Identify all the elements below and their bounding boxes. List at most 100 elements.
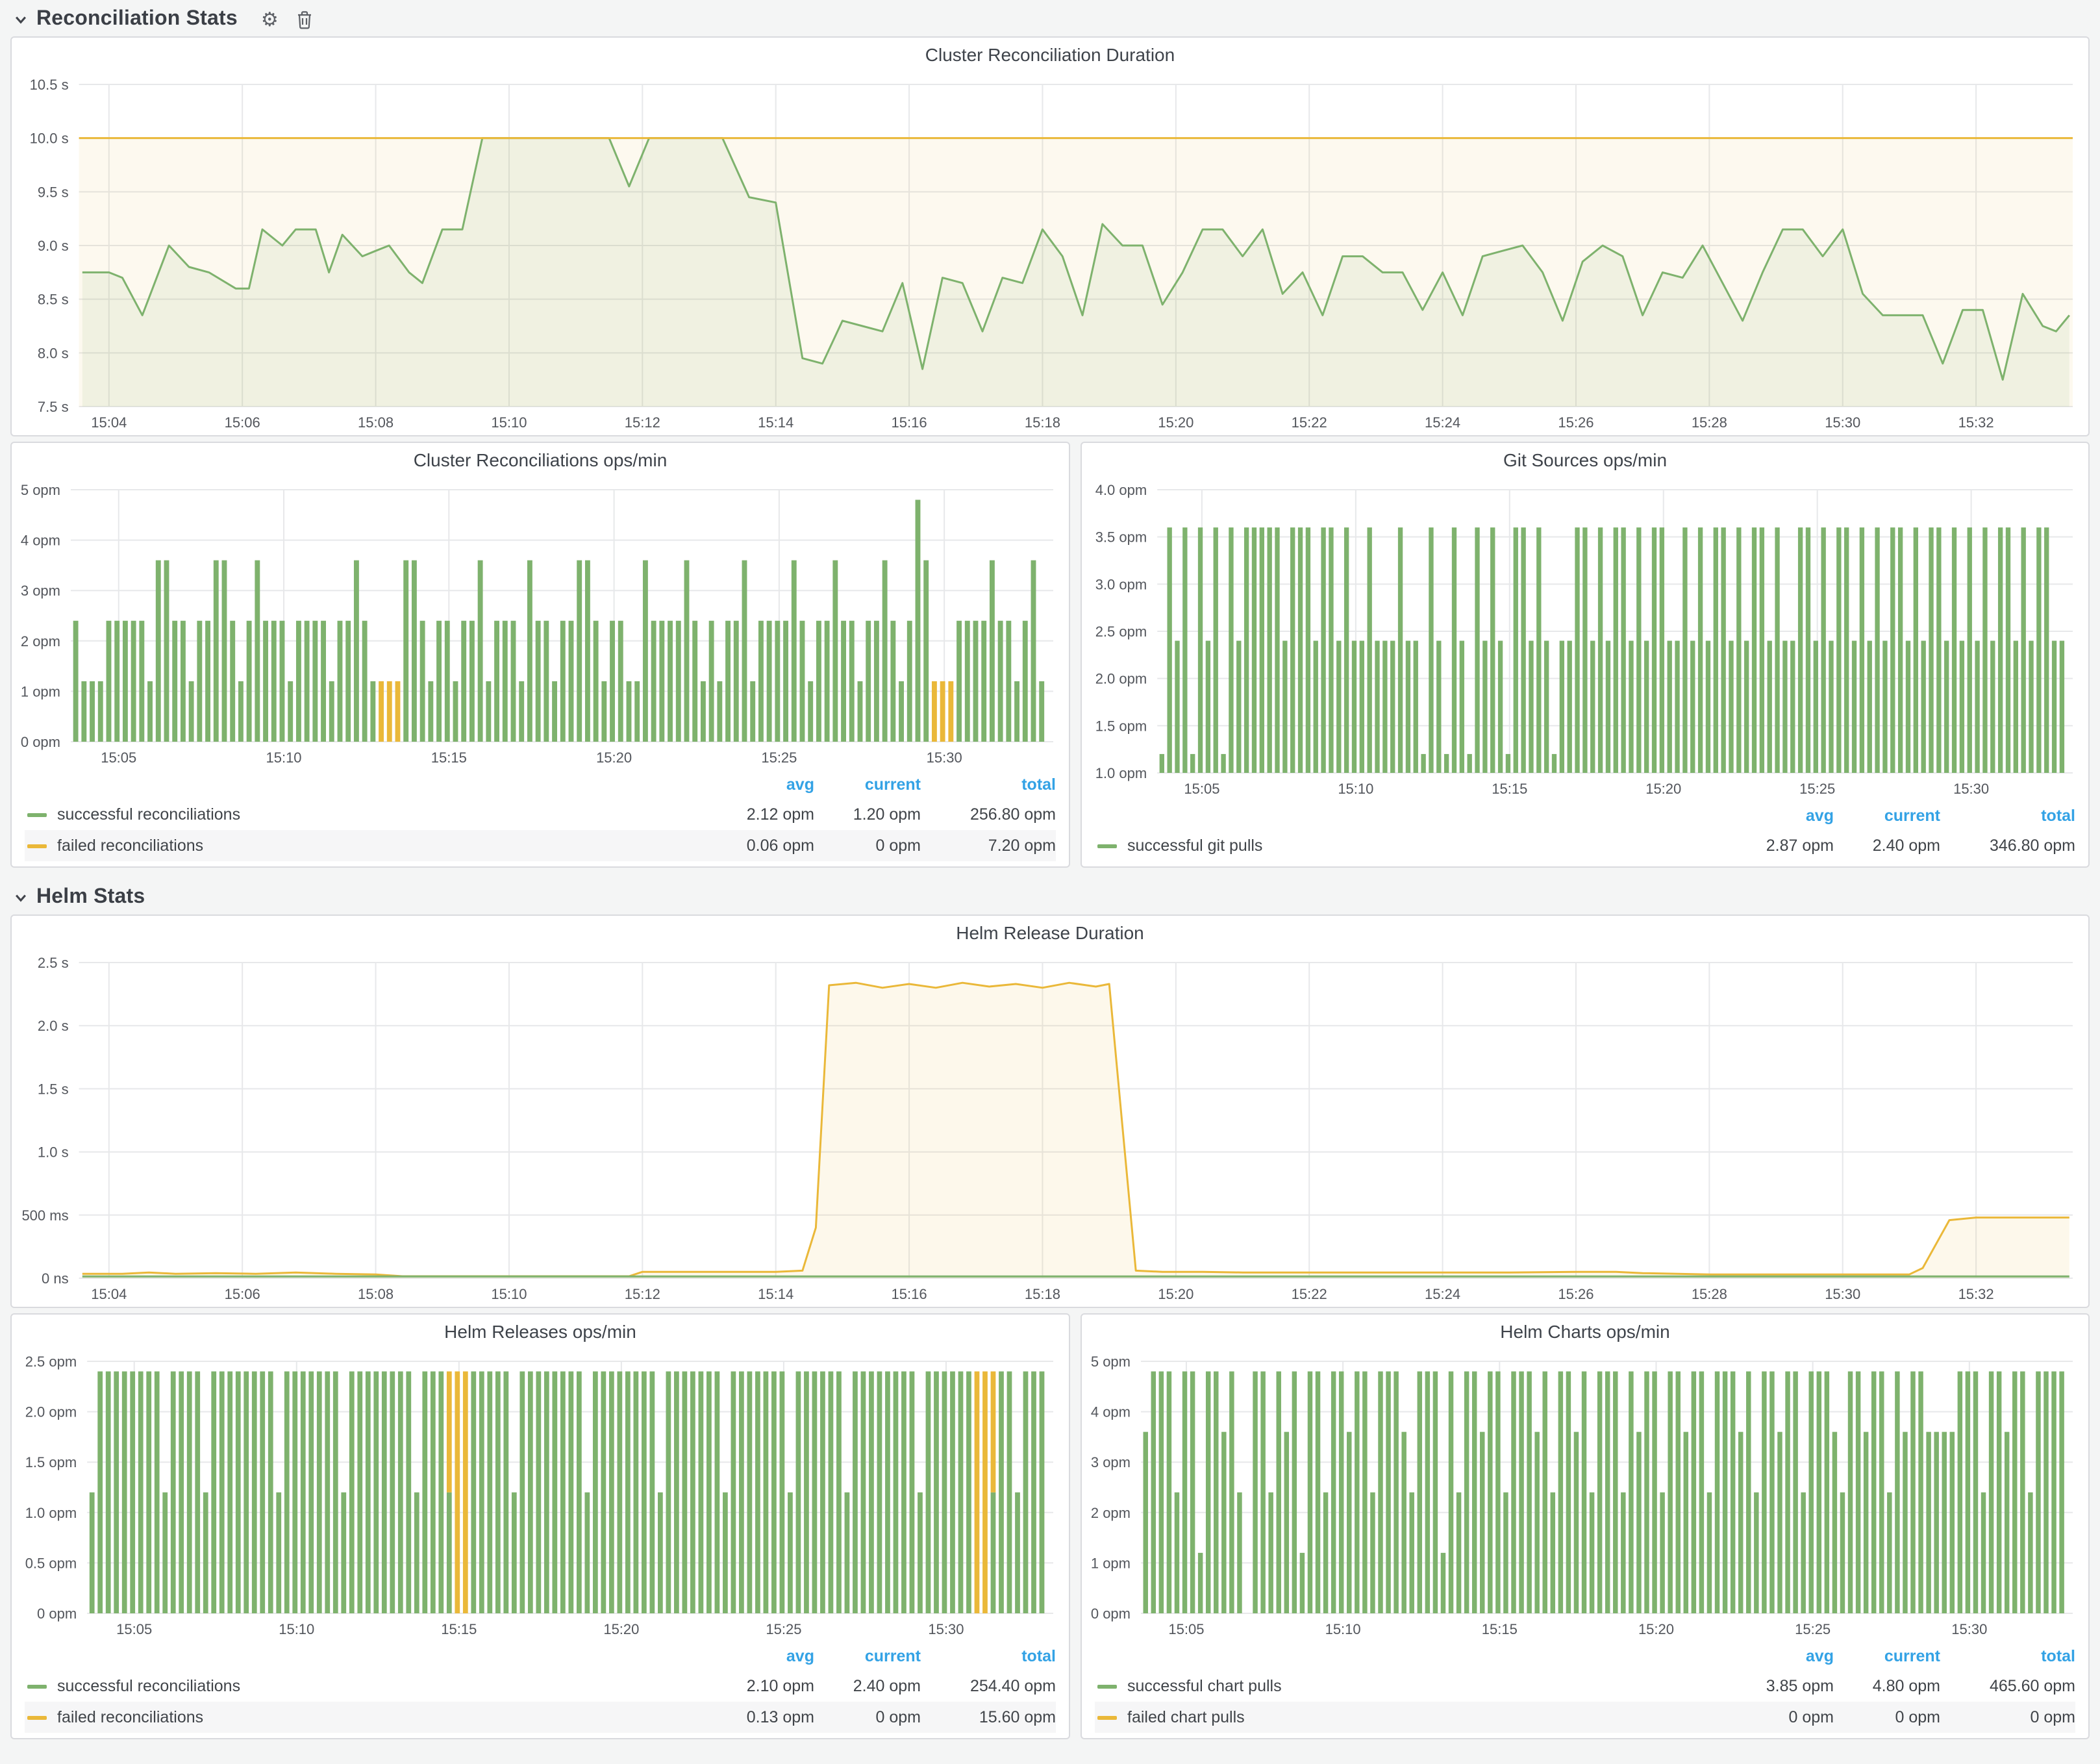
dashboard: Reconciliation Stats ⚙ Cluster Reconcili… [0, 0, 2100, 1764]
svg-text:15:14: 15:14 [758, 1286, 794, 1302]
legend-col-current[interactable]: current [814, 1647, 921, 1665]
panel-title[interactable]: Cluster Reconciliation Duration [12, 38, 2088, 71]
panel-title[interactable]: Helm Release Duration [12, 916, 2088, 950]
svg-text:2.0 opm: 2.0 opm [1095, 671, 1147, 687]
svg-text:15:20: 15:20 [1158, 414, 1194, 431]
svg-text:15:15: 15:15 [441, 1621, 477, 1637]
legend-col-total[interactable]: total [921, 1647, 1056, 1665]
helm-charts-ops-chart[interactable]: 0 opm1 opm2 opm3 opm4 opm5 opm15:0515:10… [1082, 1348, 2088, 1642]
legend-col-avg[interactable]: avg [708, 775, 814, 794]
legend-series-row: successful chart pulls 3.85 opm 4.80 opm… [1095, 1670, 2075, 1702]
series-total: 0 opm [1940, 1708, 2075, 1726]
svg-text:15:10: 15:10 [266, 750, 301, 766]
legend-header-row: avg current total [1095, 1642, 2075, 1670]
series-avg: 0 opm [1727, 1708, 1834, 1726]
svg-text:15:30: 15:30 [1951, 1621, 1987, 1637]
panel-cluster-reconciliation-duration: Cluster Reconciliation Duration 7.5 s8.0… [10, 36, 2090, 436]
legend-col-current[interactable]: current [1834, 1647, 1940, 1665]
svg-text:15:18: 15:18 [1025, 1286, 1060, 1302]
svg-text:15:18: 15:18 [1025, 414, 1060, 431]
svg-text:8.0 s: 8.0 s [38, 345, 69, 361]
svg-text:3.0 opm: 3.0 opm [1095, 576, 1147, 592]
legend-series-row: failed reconciliations 0.06 opm 0 opm 7.… [25, 830, 1056, 861]
svg-text:15:04: 15:04 [91, 1286, 127, 1302]
series-label[interactable]: failed chart pulls [1127, 1708, 1727, 1726]
svg-text:3.5 opm: 3.5 opm [1095, 529, 1147, 546]
svg-text:15:10: 15:10 [491, 1286, 527, 1302]
series-total: 254.40 opm [921, 1677, 1056, 1695]
git-sources-ops-chart[interactable]: 1.0 opm1.5 opm2.0 opm2.5 opm3.0 opm3.5 o… [1082, 477, 2088, 801]
series-total: 7.20 opm [921, 837, 1056, 855]
panel-title[interactable]: Helm Charts ops/min [1082, 1315, 2088, 1348]
chevron-down-icon [13, 12, 29, 27]
legend-col-avg[interactable]: avg [708, 1647, 814, 1665]
legend-col-current[interactable]: current [814, 775, 921, 794]
panel-title[interactable]: Cluster Reconciliations ops/min [12, 443, 1069, 477]
series-total: 465.60 opm [1940, 1677, 2075, 1695]
trash-icon[interactable] [297, 10, 314, 29]
section-header-reconciliation-stats[interactable]: Reconciliation Stats ⚙ [0, 0, 2100, 36]
svg-text:1.0 opm: 1.0 opm [25, 1505, 77, 1521]
helm-release-duration-chart[interactable]: 0 ns500 ms1.0 s1.5 s2.0 s2.5 s15:0415:06… [12, 950, 2088, 1309]
svg-text:15:30: 15:30 [928, 1621, 964, 1637]
series-label[interactable]: failed reconciliations [57, 1708, 708, 1726]
legend-series-row: failed chart pulls 0 opm 0 opm 0 opm [1095, 1702, 2075, 1733]
series-avg: 0.13 opm [708, 1708, 814, 1726]
series-current: 0 opm [814, 837, 921, 855]
svg-text:15:20: 15:20 [596, 750, 632, 766]
svg-text:15:10: 15:10 [1325, 1621, 1361, 1637]
series-color-dash [27, 1715, 47, 1719]
helm-releases-ops-chart[interactable]: 0 opm0.5 opm1.0 opm1.5 opm2.0 opm2.5 opm… [12, 1348, 1069, 1642]
panel-title[interactable]: Git Sources ops/min [1082, 443, 2088, 477]
svg-text:4.0 opm: 4.0 opm [1095, 482, 1147, 498]
legend-col-total[interactable]: total [1940, 807, 2075, 825]
series-label[interactable]: successful reconciliations [57, 1677, 708, 1695]
gear-icon[interactable]: ⚙ [261, 10, 279, 29]
svg-text:15:20: 15:20 [1158, 1286, 1194, 1302]
series-current: 1.20 opm [814, 805, 921, 824]
legend-col-avg[interactable]: avg [1727, 1647, 1834, 1665]
series-label[interactable]: successful git pulls [1127, 837, 1727, 855]
svg-text:15:15: 15:15 [1492, 781, 1527, 797]
svg-text:2 opm: 2 opm [1091, 1505, 1131, 1521]
chevron-down-icon [13, 890, 29, 905]
legend-header-row: avg current total [25, 770, 1056, 799]
panel-cluster-reconciliations-ops: Cluster Reconciliations ops/min 0 opm1 o… [10, 442, 1070, 868]
svg-text:15:15: 15:15 [1482, 1621, 1518, 1637]
series-label[interactable]: successful reconciliations [57, 805, 708, 824]
svg-text:15:05: 15:05 [116, 1621, 152, 1637]
section-header-helm-stats[interactable]: Helm Stats [0, 878, 2100, 914]
panel-title[interactable]: Helm Releases ops/min [12, 1315, 1069, 1348]
series-avg: 3.85 opm [1727, 1677, 1834, 1695]
svg-text:15:28: 15:28 [1692, 1286, 1727, 1302]
cluster-reconciliations-ops-chart[interactable]: 0 opm1 opm2 opm3 opm4 opm5 opm15:0515:10… [12, 477, 1069, 770]
series-avg: 2.87 opm [1727, 837, 1834, 855]
svg-text:15:25: 15:25 [1799, 781, 1835, 797]
legend-col-current[interactable]: current [1834, 807, 1940, 825]
series-current: 2.40 opm [814, 1677, 921, 1695]
svg-text:15:10: 15:10 [491, 414, 527, 431]
panel-git-sources-ops: Git Sources ops/min 1.0 opm1.5 opm2.0 op… [1081, 442, 2090, 868]
panel-helm-releases-ops: Helm Releases ops/min 0 opm0.5 opm1.0 op… [10, 1313, 1070, 1739]
svg-text:2.5 opm: 2.5 opm [1095, 624, 1147, 640]
series-avg: 2.12 opm [708, 805, 814, 824]
cluster-reconciliation-duration-chart[interactable]: 7.5 s8.0 s8.5 s9.0 s9.5 s10.0 s10.5 s15:… [12, 71, 2088, 438]
legend-col-total[interactable]: total [921, 775, 1056, 794]
svg-text:1.5 s: 1.5 s [38, 1081, 69, 1097]
section-title: Helm Stats [36, 886, 145, 909]
legend-col-total[interactable]: total [1940, 1647, 2075, 1665]
svg-text:2.0 s: 2.0 s [38, 1018, 69, 1034]
legend-header-row: avg current total [25, 1642, 1056, 1670]
svg-text:15:32: 15:32 [1958, 414, 1994, 431]
svg-text:2.0 opm: 2.0 opm [25, 1404, 77, 1420]
svg-text:15:32: 15:32 [1958, 1286, 1994, 1302]
legend-col-avg[interactable]: avg [1727, 807, 1834, 825]
svg-text:15:12: 15:12 [625, 1286, 660, 1302]
svg-text:15:26: 15:26 [1558, 414, 1594, 431]
svg-text:10.5 s: 10.5 s [30, 77, 69, 93]
series-label[interactable]: successful chart pulls [1127, 1677, 1727, 1695]
svg-text:1 opm: 1 opm [21, 683, 60, 699]
series-label[interactable]: failed reconciliations [57, 837, 708, 855]
series-color-dash [27, 844, 47, 848]
svg-text:1.5 opm: 1.5 opm [25, 1454, 77, 1470]
